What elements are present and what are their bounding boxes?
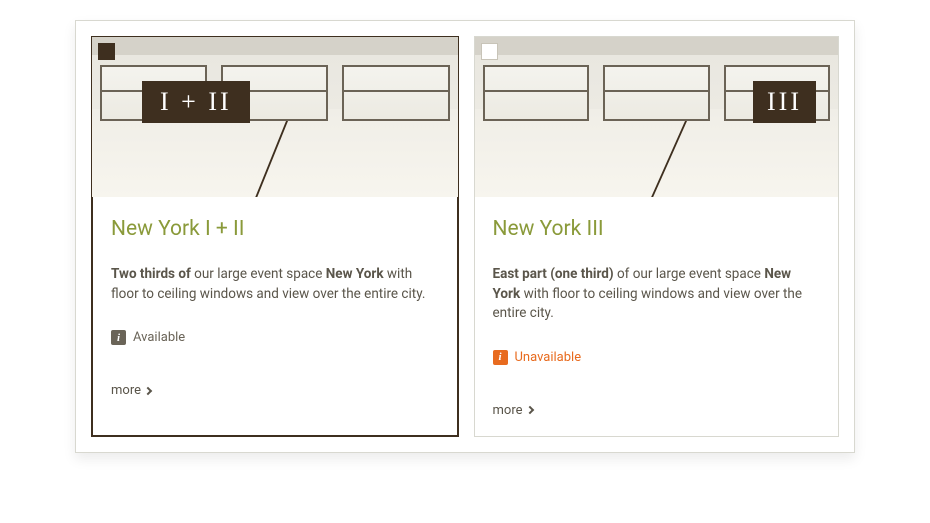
room-description: Two thirds of our large event space New … xyxy=(111,265,439,304)
more-link[interactable]: more xyxy=(111,383,439,398)
status-text: Unavailable xyxy=(515,350,582,365)
room-card-grid: I + II New York I + II Two thirds of our… xyxy=(75,20,855,453)
room-title: New York III xyxy=(493,217,821,241)
room-image: I + II xyxy=(92,37,458,197)
chevron-right-icon xyxy=(525,406,533,414)
chevron-right-icon xyxy=(144,386,152,394)
info-icon: i xyxy=(493,350,508,365)
card-body: New York III East part (one third) of ou… xyxy=(475,197,839,436)
room-card[interactable]: I + II New York I + II Two thirds of our… xyxy=(91,36,459,437)
card-body: New York I + II Two thirds of our large … xyxy=(93,197,457,416)
room-image-label: III xyxy=(753,81,816,123)
room-description: East part (one third) of our large event… xyxy=(493,265,821,324)
status-text: Available xyxy=(133,330,185,345)
availability-status: i Available xyxy=(111,330,439,345)
room-title: New York I + II xyxy=(111,217,439,241)
select-checkbox[interactable] xyxy=(98,43,115,60)
select-checkbox[interactable] xyxy=(481,43,498,60)
more-link[interactable]: more xyxy=(493,403,821,418)
room-image-label: I + II xyxy=(142,81,250,123)
availability-status: i Unavailable xyxy=(493,350,821,365)
room-card[interactable]: III New York III East part (one third) o… xyxy=(474,36,840,437)
info-icon: i xyxy=(111,330,126,345)
room-image: III xyxy=(475,37,839,197)
